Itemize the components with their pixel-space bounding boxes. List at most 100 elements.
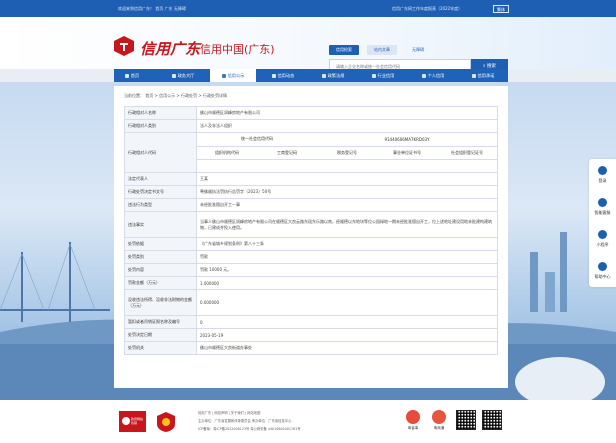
table-row: 处罚类别 罚款 [124,250,498,264]
floating-sidebar: 登录 智能客服 小程序 帮助中心 [589,159,616,287]
row-label: 法定代表人 [124,172,197,186]
row-label: 违法事实 [124,211,197,238]
nav-item-label: 信用承诺 [477,73,495,78]
table-row: 法定代表人 王某 [124,172,498,186]
content-panel: 当前位置： 首页 > 信用公示 > 行政处罚 > 行政处罚详情 行政相对人名称 … [114,86,508,388]
tab-accessibility[interactable]: 无障碍 [404,45,432,55]
welcome-text: 欢迎来到信用广东！ 首页 广东 无障碍 [118,6,186,11]
tab-credit-search[interactable]: 信用检索 [329,45,359,55]
chat-icon [598,198,607,207]
nav-item-home[interactable]: 首页 [114,69,150,82]
sidebar-item-label: 帮助中心 [594,274,611,279]
row-label: 处罚依据 [124,237,197,251]
code-header: 组织机构代码 [197,146,257,160]
row-value: 未经批准擅自开工一事 [196,198,498,212]
table-row: 罚款金额（万元） 1.000000 [124,276,498,290]
qr-code-icon [456,410,476,430]
gov-site-error-badge[interactable]: 政府网站 找错 [119,411,146,432]
qr-code-icon [482,410,502,430]
sidebar-item-label: 登录 [598,178,607,183]
nav-item-label: 信用动态 [277,73,295,78]
table-row: 处罚决定日期 2023-05-19 [124,328,498,342]
credit-code-value: 91440606MA7KRD03Y [317,133,497,147]
nav-item-credit-news[interactable]: 信用动态 [260,69,306,82]
news-icon [271,73,276,78]
sidebar-item-mini-program[interactable]: 小程序 [589,223,616,255]
party-gov-badge-icon[interactable] [157,412,175,432]
footer-icp: ICP备案：粤ICP备2022008123号 粤公网安备 44010602001… [198,427,301,431]
code-header: 社会组织登记证号 [437,146,497,160]
tab-site-articles[interactable]: 站内文章 [367,45,397,55]
credit-code-header: 统一社会信用代码 [197,133,317,147]
sidebar-item-smart-service[interactable]: 智能客服 [589,191,616,223]
nav-item-industry-credit[interactable]: 行业信用 [360,69,406,82]
nav-item-personal-credit[interactable]: 个人信用 [410,69,456,82]
row-value: 王某 [196,172,498,186]
row-value: 《广东省城乡规划条例》第八十三条 [196,237,498,251]
table-row: 行政相对人类别 法人及非法人组织 [124,119,498,133]
row-value: 罚款 [196,250,498,264]
help-icon [598,262,607,271]
table-row: 行政处罚决定书文号 粤佛顺执法罚执行告罚字〔2023〕50号 [124,185,498,199]
row-label: 暂扣或者吊销证照名称及编号 [124,315,197,329]
row-value: 罚款 10000 元。 [196,263,498,277]
nav-item-label: 政策法规 [327,73,345,78]
app-label: 粤商通 [433,426,445,430]
code-header: 工商登记码 [257,146,317,160]
table-row: 行政相对人代码 统一社会信用代码 91440606MA7KRD03Y 组织机构代… [124,132,498,173]
row-label: 违法行为类型 [124,198,197,212]
row-label: 行政相对人名称 [124,106,197,120]
code-value [437,159,497,172]
traditional-chinese-button[interactable]: 繁体 [493,5,509,13]
table-row: 违法行为类型 未经批准擅自开工一事 [124,198,498,212]
site-footer: 政府网站 找错 信用广东 | 网站声明 | 关于我们 | 网站地图 主办单位：广… [0,400,616,443]
row-label: 罚款金额（万元） [124,276,197,290]
nav-item-credit-publicity[interactable]: 信用公示 [210,69,256,82]
gov-badge-text: 政府网站 找错 [131,417,144,425]
site-name: 信用广东 [140,40,201,58]
sidebar-item-label: 智能客服 [594,210,611,215]
table-row: 处罚依据 《广东省城乡规划条例》第八十三条 [124,237,498,251]
site-header: 信用广东 信用中国(广东) 信用检索 站内文章 无障碍 ⌕ 搜索 [0,17,616,74]
penalty-detail-table: 行政相对人名称 佛山市顺德区润峰房地产有限公司 行政相对人类别 法人及非法人组织… [124,106,498,355]
yueshengshi-icon [406,410,420,424]
home-icon [124,73,129,78]
top-bar: 欢迎来到信用广东！ 首页 广东 无障碍 信用广东网工作年度报表（2022年度） … [0,0,616,17]
row-value: 佛山市顺德区大良街道办事处 [196,341,498,355]
app-label: 粤省事 [407,426,419,430]
main-nav: 首页 政务大厅 信用公示 信用动态 政策法规 行业信用 个人信用 信用承诺 [114,69,508,82]
sidebar-item-login[interactable]: 登录 [589,159,616,191]
table-row: 处罚机关 佛山市顺德区大良街道办事处 [124,341,498,355]
nav-item-service-hall[interactable]: 政务大厅 [160,69,206,82]
code-header: 事业单位证书号 [377,146,437,160]
table-row: 处罚内容 罚款 10000 元。 [124,263,498,277]
code-subtable: 统一社会信用代码 91440606MA7KRD03Y 组织机构代码 工商登记码 … [197,133,497,172]
footer-organizer: 主办单位：广东省发展和改革委员会 承办单位：广东省信息中心 [198,419,292,423]
footer-links[interactable]: 信用广东 | 网站声明 | 关于我们 | 网站地图 [198,410,260,415]
nav-item-label: 个人信用 [427,73,445,78]
sidebar-item-help-center[interactable]: 帮助中心 [589,255,616,287]
row-label: 处罚内容 [124,263,197,277]
row-value: 2023-05-19 [196,328,498,342]
publicity-icon [221,73,226,78]
sidebar-item-label: 小程序 [596,242,609,247]
code-header: 税务登记号 [317,146,377,160]
row-label: 处罚机关 [124,341,197,355]
table-row: 没收违法所得、没收非法财物的金额（万元） 0.000000 [124,289,498,316]
row-label: 处罚类别 [124,250,197,264]
annual-report-link[interactable]: 信用广东网工作年度报表（2022年度） [392,6,462,12]
nav-item-label: 政务大厅 [177,73,195,78]
app-yueshangtong[interactable]: 粤商通 [429,410,449,431]
app-yueshengshi[interactable]: 粤省事 [403,410,423,431]
nav-item-policy[interactable]: 政策法规 [310,69,356,82]
row-value: 佛山市顺德区润峰房地产有限公司 [196,106,498,120]
table-row: 行政相对人名称 佛山市顺德区润峰房地产有限公司 [124,106,498,120]
nav-item-label: 首页 [130,73,140,78]
row-value: 粤佛顺执法罚执行告罚字〔2023〕50号 [196,185,498,199]
row-label: 处罚决定日期 [124,328,197,342]
user-icon [598,166,607,175]
nav-item-credit-promise[interactable]: 信用承诺 [460,69,506,82]
code-value [257,159,317,172]
row-value: 0.000000 [196,289,498,316]
credit-logo-icon [114,36,134,56]
